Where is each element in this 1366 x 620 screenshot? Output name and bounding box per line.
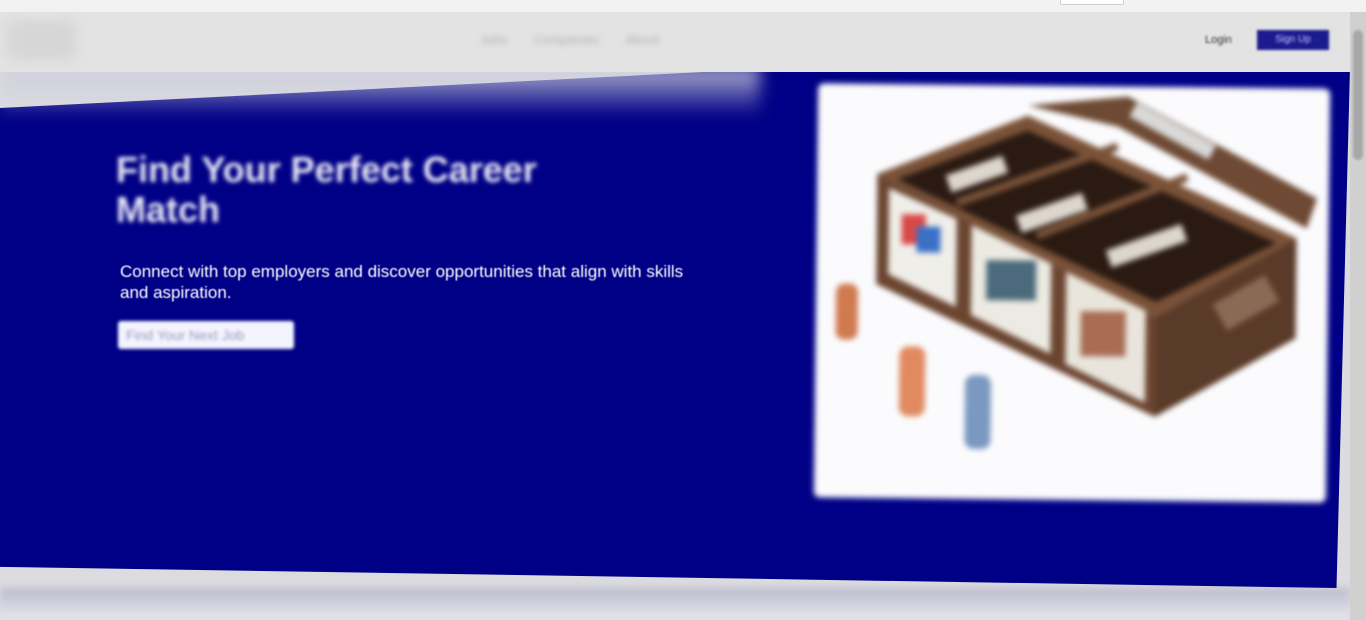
card-1-art-blue [916, 226, 941, 253]
signup-button[interactable]: Sign Up [1257, 30, 1329, 50]
scrollbar-thumb[interactable] [1353, 30, 1363, 160]
scrollbar[interactable] [1350, 12, 1366, 620]
hero-image [813, 83, 1331, 503]
nav-link-companies[interactable]: Companies [533, 32, 599, 47]
card-2-art [985, 260, 1037, 301]
nav-link-jobs[interactable]: Jobs [480, 32, 507, 47]
login-link[interactable]: Login [1205, 34, 1232, 46]
figurine-2 [898, 346, 926, 417]
card-3-art [1080, 311, 1126, 357]
bottom-strip [0, 588, 1350, 620]
nav-links: Jobs Companies About [480, 32, 659, 47]
browser-top-strip [0, 0, 1366, 12]
nav-link-about[interactable]: About [625, 32, 659, 47]
figurine-3 [964, 374, 992, 450]
page: Jobs Companies About Login Sign Up Find … [0, 0, 1366, 620]
box-illustration [835, 96, 1318, 450]
find-job-button[interactable]: Find Your Next Job [118, 321, 294, 349]
figurine-1 [835, 283, 859, 340]
navbar: Jobs Companies About Login Sign Up [0, 12, 1350, 72]
logo[interactable] [6, 20, 76, 60]
hero-subtitle: Connect with top employers and discover … [120, 262, 684, 302]
hero-shade [0, 66, 760, 116]
hero-title: Find Your Perfect Career Match [116, 149, 537, 230]
top-strip-box [1060, 0, 1124, 5]
